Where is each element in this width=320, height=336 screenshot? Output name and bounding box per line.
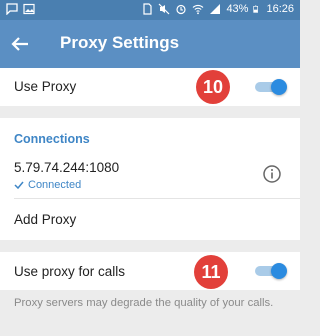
proxy-status: Connected	[14, 179, 81, 191]
use-proxy-toggle[interactable]	[253, 79, 287, 95]
status-right-icons: 43% 16:26	[141, 3, 294, 15]
alarm-icon	[176, 4, 187, 15]
image-icon	[23, 3, 35, 15]
connections-card: Connections 5.79.74.244:1080 Connected A…	[0, 118, 300, 240]
annotation-badge: 11	[194, 255, 228, 289]
check-icon	[14, 181, 24, 190]
battery-icon	[253, 5, 259, 13]
use-proxy-for-calls-row[interactable]: Use proxy for calls 11	[0, 252, 300, 290]
sim-icon	[143, 3, 153, 15]
chat-bubble-icon	[6, 3, 18, 15]
calls-quality-note: Proxy servers may degrade the quality of…	[14, 297, 274, 309]
add-proxy-button[interactable]: Add Proxy	[0, 199, 300, 239]
use-proxy-label: Use Proxy	[14, 79, 77, 94]
proxy-status-text: Connected	[28, 179, 82, 191]
back-arrow-icon[interactable]	[8, 32, 32, 56]
proxy-list-item[interactable]: 5.79.74.244:1080 Connected	[0, 150, 300, 196]
use-proxy-for-calls-label: Use proxy for calls	[14, 264, 126, 279]
status-time: 16:26	[266, 3, 294, 15]
add-proxy-label: Add Proxy	[14, 212, 77, 227]
connections-section-title: Connections	[14, 132, 90, 146]
page-title: Proxy Settings	[60, 33, 180, 52]
mute-icon	[159, 3, 170, 15]
status-bar: 43% 16:26	[0, 0, 300, 20]
use-proxy-row[interactable]: Use Proxy 10	[0, 68, 300, 106]
annotation-badge: 10	[196, 70, 230, 104]
battery-percent: 43%	[226, 3, 249, 15]
info-icon[interactable]	[262, 164, 282, 184]
wifi-icon	[193, 4, 204, 15]
app-bar: Proxy Settings	[0, 20, 300, 68]
status-left-icons	[6, 3, 35, 15]
proxy-address: 5.79.74.244:1080	[14, 160, 120, 175]
use-proxy-for-calls-toggle[interactable]	[253, 263, 287, 279]
signal-icon	[210, 4, 221, 14]
